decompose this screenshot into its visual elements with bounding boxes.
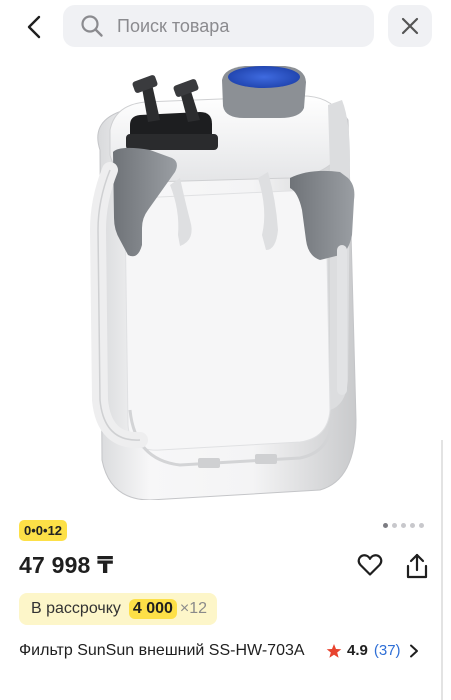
product-title: Фильтр SunSun внешний SS-HW-703A bbox=[19, 642, 305, 659]
review-count: (37) bbox=[373, 642, 401, 659]
scroll-edge bbox=[441, 440, 443, 700]
rating-link[interactable]: 4.9 (37) bbox=[326, 640, 419, 661]
search-icon bbox=[77, 11, 107, 41]
product-price: 47 998 ₸ bbox=[19, 552, 114, 578]
chevron-left-icon bbox=[27, 15, 41, 39]
pagination-dot[interactable] bbox=[419, 523, 424, 528]
close-icon bbox=[401, 17, 419, 35]
share-icon bbox=[406, 553, 428, 579]
installment-amount: 4 000 bbox=[128, 599, 177, 619]
pagination-dot[interactable] bbox=[392, 523, 397, 528]
product-image[interactable] bbox=[30, 60, 420, 501]
back-button[interactable] bbox=[14, 8, 54, 46]
installment-offer[interactable]: В рассрочку 4 000 ×12 bbox=[19, 593, 218, 625]
top-bar bbox=[0, 0, 451, 54]
promo-badge: 0•0•12 bbox=[19, 520, 68, 541]
heart-icon bbox=[357, 554, 383, 576]
gallery-pagination bbox=[383, 523, 424, 528]
installment-label: В рассрочку bbox=[31, 600, 121, 617]
pagination-dot[interactable] bbox=[401, 523, 406, 528]
installment-months: ×12 bbox=[179, 600, 208, 617]
close-button[interactable] bbox=[388, 5, 432, 47]
star-icon bbox=[326, 643, 342, 658]
rating-score: 4.9 bbox=[347, 642, 368, 659]
pagination-dot[interactable] bbox=[410, 523, 415, 528]
chevron-right-icon bbox=[409, 644, 418, 657]
favorite-button[interactable] bbox=[355, 550, 385, 580]
search-input[interactable] bbox=[115, 14, 359, 38]
pagination-dot[interactable] bbox=[383, 523, 388, 528]
search-box[interactable] bbox=[63, 5, 374, 47]
share-button[interactable] bbox=[402, 550, 432, 582]
